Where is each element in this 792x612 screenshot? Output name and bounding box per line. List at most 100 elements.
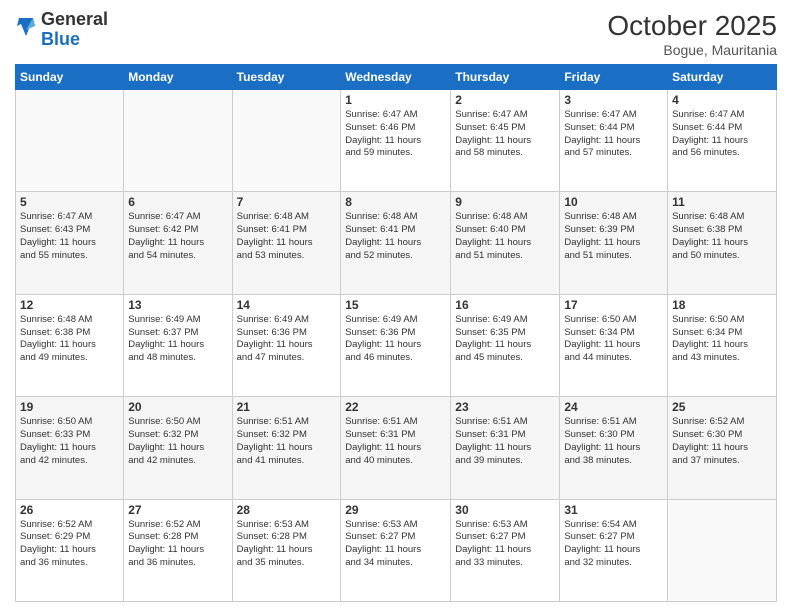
day-cell: 10Sunrise: 6:48 AM Sunset: 6:39 PM Dayli…	[560, 192, 668, 294]
day-cell: 14 Sunrise: 6:49 AM Sunset: 6:36 PM Dayli…	[232, 294, 341, 396]
day-number: 25	[672, 400, 772, 414]
day-info: Sunrise: 6:54 AM Sunset: 6:27 PM Dayligh…	[564, 519, 663, 570]
day-number: 13	[128, 298, 227, 312]
day-info: Sunrise: 6:47 AM Sunset: 6:44 PM Dayligh…	[564, 109, 663, 160]
day-info: Sunrise: 6:51 AM Sunset: 6:31 PM Dayligh…	[455, 416, 555, 467]
day-info: Sunrise: 6:51 AM Sunset: 6:32 PM Dayligh…	[237, 416, 337, 467]
day-number: 30	[455, 503, 555, 517]
day-number: 22	[345, 400, 446, 414]
logo-general: General	[41, 9, 108, 29]
day-info: Sunrise: 6:48 AM Sunset: 6:38 PM Dayligh…	[672, 211, 772, 262]
day-number: 26	[20, 503, 119, 517]
day-cell: 24 Sunrise: 6:51 AM Sunset: 6:30 PM Dayli…	[560, 397, 668, 499]
day-cell: 23Sunrise: 6:51 AM Sunset: 6:31 PM Dayli…	[451, 397, 560, 499]
day-number: 5	[20, 195, 119, 209]
col-thursday: Thursday	[451, 65, 560, 90]
day-number: 2	[455, 93, 555, 107]
day-cell: 9 Sunrise: 6:48 AM Sunset: 6:40 PM Daylig…	[451, 192, 560, 294]
header: General Blue October 2025 Bogue, Maurita…	[15, 10, 777, 58]
day-number: 17	[564, 298, 663, 312]
day-cell: 22 Sunrise: 6:51 AM Sunset: 6:31 PM Dayli…	[341, 397, 451, 499]
day-number: 24	[564, 400, 663, 414]
day-cell: 18 Sunrise: 6:50 AM Sunset: 6:34 PM Dayli…	[668, 294, 777, 396]
col-saturday: Saturday	[668, 65, 777, 90]
day-info: Sunrise: 6:50 AM Sunset: 6:34 PM Dayligh…	[672, 314, 772, 365]
day-info: Sunrise: 6:48 AM Sunset: 6:41 PM Dayligh…	[345, 211, 446, 262]
day-info: Sunrise: 6:51 AM Sunset: 6:31 PM Dayligh…	[345, 416, 446, 467]
day-number: 21	[237, 400, 337, 414]
col-wednesday: Wednesday	[341, 65, 451, 90]
day-cell: 5 Sunrise: 6:47 AM Sunset: 6:43 PM Daylig…	[16, 192, 124, 294]
day-info: Sunrise: 6:51 AM Sunset: 6:30 PM Dayligh…	[564, 416, 663, 467]
calendar-header-row: Sunday Monday Tuesday Wednesday Thursday…	[16, 65, 777, 90]
day-info: Sunrise: 6:47 AM Sunset: 6:43 PM Dayligh…	[20, 211, 119, 262]
day-cell: 20 Sunrise: 6:50 AM Sunset: 6:32 PM Dayli…	[124, 397, 232, 499]
day-info: Sunrise: 6:48 AM Sunset: 6:40 PM Dayligh…	[455, 211, 555, 262]
day-cell: 27 Sunrise: 6:52 AM Sunset: 6:28 PM Dayli…	[124, 499, 232, 601]
day-cell: 16Sunrise: 6:49 AM Sunset: 6:35 PM Dayli…	[451, 294, 560, 396]
col-tuesday: Tuesday	[232, 65, 341, 90]
day-cell: 15 Sunrise: 6:49 AM Sunset: 6:36 PM Dayli…	[341, 294, 451, 396]
col-friday: Friday	[560, 65, 668, 90]
day-info: Sunrise: 6:53 AM Sunset: 6:28 PM Dayligh…	[237, 519, 337, 570]
day-info: Sunrise: 6:47 AM Sunset: 6:46 PM Dayligh…	[345, 109, 446, 160]
day-info: Sunrise: 6:52 AM Sunset: 6:30 PM Dayligh…	[672, 416, 772, 467]
day-cell: 3 Sunrise: 6:47 AM Sunset: 6:44 PM Daylig…	[560, 90, 668, 192]
day-cell: 17 Sunrise: 6:50 AM Sunset: 6:34 PM Dayli…	[560, 294, 668, 396]
day-info: Sunrise: 6:50 AM Sunset: 6:33 PM Dayligh…	[20, 416, 119, 467]
day-number: 27	[128, 503, 227, 517]
day-cell: 11 Sunrise: 6:48 AM Sunset: 6:38 PM Dayli…	[668, 192, 777, 294]
day-info: Sunrise: 6:53 AM Sunset: 6:27 PM Dayligh…	[455, 519, 555, 570]
title-block: October 2025 Bogue, Mauritania	[607, 10, 777, 58]
day-number: 4	[672, 93, 772, 107]
day-number: 29	[345, 503, 446, 517]
day-info: Sunrise: 6:50 AM Sunset: 6:34 PM Dayligh…	[564, 314, 663, 365]
day-info: Sunrise: 6:48 AM Sunset: 6:39 PM Dayligh…	[564, 211, 663, 262]
day-info: Sunrise: 6:47 AM Sunset: 6:44 PM Dayligh…	[672, 109, 772, 160]
day-info: Sunrise: 6:49 AM Sunset: 6:35 PM Dayligh…	[455, 314, 555, 365]
day-cell: 28 Sunrise: 6:53 AM Sunset: 6:28 PM Dayli…	[232, 499, 341, 601]
day-cell: 31 Sunrise: 6:54 AM Sunset: 6:27 PM Dayli…	[560, 499, 668, 601]
day-number: 8	[345, 195, 446, 209]
month-title: October 2025	[607, 10, 777, 42]
day-cell	[124, 90, 232, 192]
day-info: Sunrise: 6:48 AM Sunset: 6:38 PM Dayligh…	[20, 314, 119, 365]
week-row-1: 1Sunrise: 6:47 AM Sunset: 6:46 PM Daylig…	[16, 90, 777, 192]
day-number: 6	[128, 195, 227, 209]
day-number: 3	[564, 93, 663, 107]
day-info: Sunrise: 6:53 AM Sunset: 6:27 PM Dayligh…	[345, 519, 446, 570]
day-cell	[232, 90, 341, 192]
day-info: Sunrise: 6:49 AM Sunset: 6:36 PM Dayligh…	[237, 314, 337, 365]
logo-text: General Blue	[41, 10, 108, 50]
day-number: 11	[672, 195, 772, 209]
day-cell: 26 Sunrise: 6:52 AM Sunset: 6:29 PM Dayli…	[16, 499, 124, 601]
day-info: Sunrise: 6:52 AM Sunset: 6:28 PM Dayligh…	[128, 519, 227, 570]
day-number: 20	[128, 400, 227, 414]
day-cell: 8 Sunrise: 6:48 AM Sunset: 6:41 PM Daylig…	[341, 192, 451, 294]
day-cell: 30 Sunrise: 6:53 AM Sunset: 6:27 PM Dayli…	[451, 499, 560, 601]
logo-blue: Blue	[41, 29, 80, 49]
day-info: Sunrise: 6:52 AM Sunset: 6:29 PM Dayligh…	[20, 519, 119, 570]
day-cell: 29 Sunrise: 6:53 AM Sunset: 6:27 PM Dayli…	[341, 499, 451, 601]
day-cell: 4 Sunrise: 6:47 AM Sunset: 6:44 PM Daylig…	[668, 90, 777, 192]
day-info: Sunrise: 6:49 AM Sunset: 6:36 PM Dayligh…	[345, 314, 446, 365]
day-number: 28	[237, 503, 337, 517]
day-number: 19	[20, 400, 119, 414]
day-number: 31	[564, 503, 663, 517]
day-cell: 7Sunrise: 6:48 AM Sunset: 6:41 PM Daylig…	[232, 192, 341, 294]
day-cell: 12Sunrise: 6:48 AM Sunset: 6:38 PM Dayli…	[16, 294, 124, 396]
week-row-5: 26 Sunrise: 6:52 AM Sunset: 6:29 PM Dayli…	[16, 499, 777, 601]
week-row-4: 19 Sunrise: 6:50 AM Sunset: 6:33 PM Dayli…	[16, 397, 777, 499]
calendar: Sunday Monday Tuesday Wednesday Thursday…	[15, 64, 777, 602]
week-row-2: 5 Sunrise: 6:47 AM Sunset: 6:43 PM Daylig…	[16, 192, 777, 294]
day-cell: 2Sunrise: 6:47 AM Sunset: 6:45 PM Daylig…	[451, 90, 560, 192]
col-sunday: Sunday	[16, 65, 124, 90]
day-info: Sunrise: 6:50 AM Sunset: 6:32 PM Dayligh…	[128, 416, 227, 467]
day-info: Sunrise: 6:48 AM Sunset: 6:41 PM Dayligh…	[237, 211, 337, 262]
day-number: 18	[672, 298, 772, 312]
day-number: 9	[455, 195, 555, 209]
logo: General Blue	[15, 10, 108, 50]
day-cell: 21 Sunrise: 6:51 AM Sunset: 6:32 PM Dayli…	[232, 397, 341, 499]
day-number: 15	[345, 298, 446, 312]
day-number: 14	[237, 298, 337, 312]
